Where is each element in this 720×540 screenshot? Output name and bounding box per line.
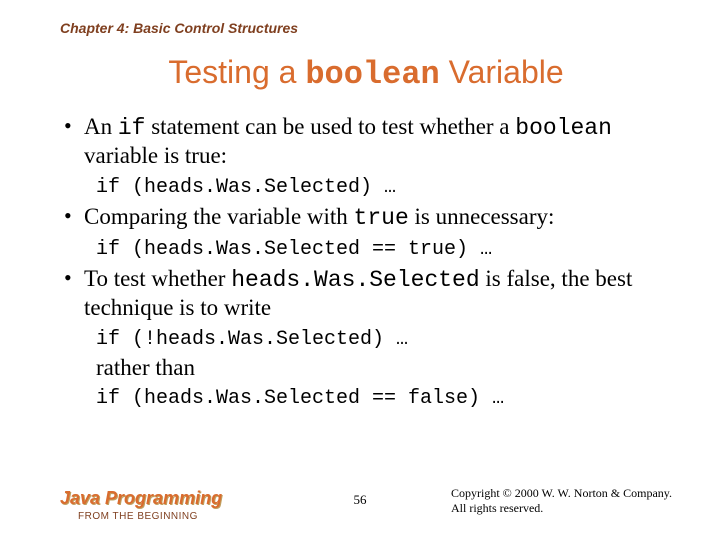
text: To test whether: [84, 266, 231, 291]
footer-copyright: Copyright © 2000 W. W. Norton & Company.…: [451, 486, 672, 516]
text: variable is true:: [84, 143, 227, 168]
footer-sub: FROM THE BEGINNING: [78, 511, 222, 522]
title-code: boolean: [305, 56, 439, 93]
bullet-list: To test whether heads.Was.Selected is fa…: [60, 265, 672, 322]
code-block-1: if (heads.Was.Selected) …: [96, 176, 672, 199]
slide-title: Testing a boolean Variable: [60, 54, 672, 93]
code-block-4: if (heads.Was.Selected == false) …: [96, 387, 672, 410]
rather-than: rather than: [96, 355, 672, 381]
code-inline: boolean: [515, 115, 612, 141]
code-block-3: if (!heads.Was.Selected) …: [96, 328, 672, 351]
code-block-2: if (heads.Was.Selected == true) …: [96, 238, 672, 261]
text: statement can be used to test whether a: [145, 114, 515, 139]
code-inline: true: [354, 205, 409, 231]
bullet-list: Comparing the variable with true is unne…: [60, 203, 672, 232]
text: is unnecessary:: [409, 204, 555, 229]
bullet-2: Comparing the variable with true is unne…: [60, 203, 672, 232]
bullet-list: An if statement can be used to test whet…: [60, 113, 672, 170]
code-inline: if: [118, 115, 146, 141]
slide: Chapter 4: Basic Control Structures Test…: [0, 0, 720, 540]
code-inline: heads.Was.Selected: [231, 267, 479, 293]
title-suffix: Variable: [440, 54, 564, 90]
copyright-line-2: All rights reserved.: [451, 501, 672, 516]
text: Comparing the variable with: [84, 204, 354, 229]
chapter-header: Chapter 4: Basic Control Structures: [60, 20, 672, 36]
text: An: [84, 114, 118, 139]
bullet-1: An if statement can be used to test whet…: [60, 113, 672, 170]
title-prefix: Testing a: [168, 54, 305, 90]
copyright-line-1: Copyright © 2000 W. W. Norton & Company.: [451, 486, 672, 501]
bullet-3: To test whether heads.Was.Selected is fa…: [60, 265, 672, 322]
